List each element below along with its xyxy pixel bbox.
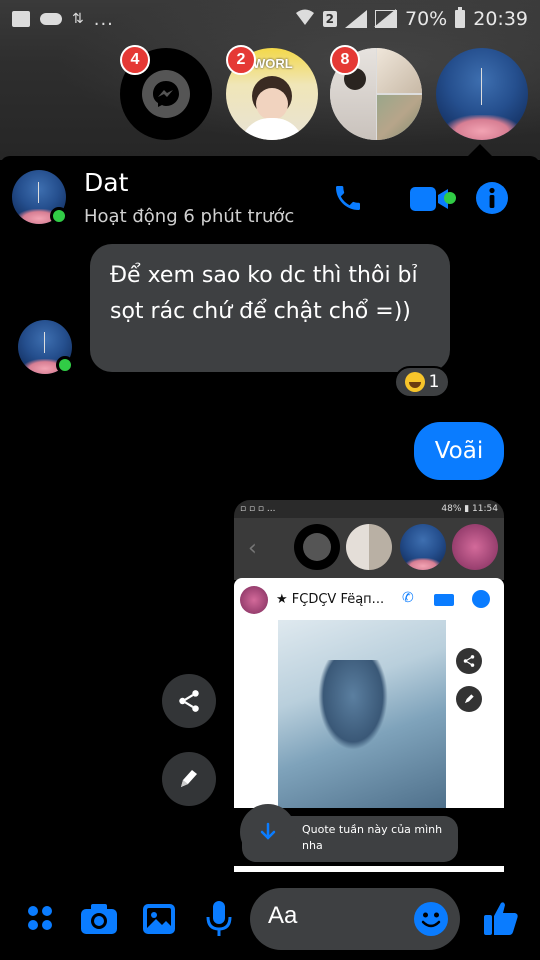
badge-contact: 2 (226, 45, 256, 75)
share-icon (179, 690, 199, 712)
laughing-emoji-icon (404, 372, 425, 392)
camera-button[interactable] (78, 900, 120, 938)
mini-share-button (456, 648, 482, 674)
chat-window: Dat Hoạt động 6 phút trước Để xem sao ko… (0, 156, 540, 960)
wifi-icon (295, 8, 315, 31)
data-transfer-icon: ⇅ (72, 11, 84, 27)
voice-message-button[interactable] (202, 898, 236, 940)
contact-name[interactable]: Dat (84, 168, 128, 197)
gallery-notification-icon (12, 11, 30, 27)
signal-icon (345, 10, 367, 28)
message-input-placeholder: Aa (268, 902, 298, 929)
mini-group-avatar-header (240, 586, 268, 614)
thumbs-up-icon (484, 902, 518, 935)
avatar-face (256, 88, 288, 120)
mini-dat-avatar (400, 524, 446, 570)
more-actions-button[interactable] (22, 900, 58, 936)
video-call-button[interactable] (400, 182, 458, 216)
message-composer: Aa (0, 886, 540, 960)
shared-image-chat-heads: ‹ (234, 518, 504, 580)
clock: 20:39 (473, 8, 528, 30)
mini-edit-button (456, 686, 482, 712)
phone-icon (336, 186, 360, 210)
info-button[interactable] (474, 180, 510, 216)
shared-image-status-bar: ▫ ▫ ▫ ... 48% ▮ 11:54 (234, 500, 504, 518)
outgoing-message[interactable]: Voãi (414, 422, 504, 480)
pencil-icon (181, 770, 197, 787)
presence-status: Hoạt động 6 phút trước (84, 206, 295, 227)
avatar-shirt (240, 118, 304, 140)
battery-icon (455, 7, 466, 28)
gallery-button[interactable] (140, 900, 178, 938)
share-button[interactable] (162, 674, 216, 728)
mini-group-avatar-2 (452, 524, 498, 570)
chat-header: Dat Hoạt động 6 phút trước (0, 156, 540, 238)
online-indicator (50, 207, 68, 225)
smiley-icon (421, 912, 441, 928)
group-photo-cat (377, 48, 422, 93)
scroll-to-bottom-button[interactable] (240, 804, 296, 860)
image-icon (143, 904, 175, 934)
shared-image-title: ★ FÇDÇV Fëąп... (276, 592, 385, 607)
sim-icon: 2 (322, 11, 337, 27)
battery-percent: 70% (405, 8, 448, 30)
info-icon (476, 182, 508, 214)
mini-group-avatar (346, 524, 392, 570)
emoji-button[interactable] (414, 902, 448, 936)
avatar-mast (44, 331, 46, 354)
mini-video-icon (434, 594, 454, 606)
more-notifications: ... (93, 8, 114, 30)
arrow-down-icon (260, 822, 276, 840)
mini-messenger-icon (294, 524, 340, 570)
badge-group: 8 (330, 45, 360, 75)
chat-head-dat[interactable] (436, 48, 528, 140)
cloud-icon (40, 13, 62, 25)
back-chevron-icon: ‹ (248, 536, 257, 561)
book-cover-image (278, 620, 446, 810)
video-active-dot (444, 192, 456, 204)
signal-2-icon (374, 9, 397, 28)
group-photo-money (377, 95, 422, 140)
message-input[interactable]: Aa (250, 888, 460, 950)
voice-call-button[interactable] (330, 180, 366, 216)
mini-phone-icon: ✆ (402, 590, 414, 606)
shared-status-right: 48% ▮ 11:54 (441, 504, 498, 514)
status-bar: ⇅ ... 2 70% 20:39 (0, 0, 540, 38)
microphone-icon (206, 901, 232, 936)
messenger-icon (142, 70, 190, 118)
edit-button[interactable] (162, 752, 216, 806)
sender-online-indicator (56, 356, 74, 374)
video-camera-icon (410, 187, 448, 211)
badge-messenger: 4 (120, 45, 150, 75)
mini-info-icon (472, 590, 490, 608)
reaction-count: 1 (428, 372, 440, 392)
four-dots-icon (28, 906, 52, 930)
avatar-mast (38, 181, 40, 204)
camera-icon (81, 904, 117, 934)
like-button[interactable] (480, 896, 522, 940)
message-reaction[interactable]: 1 (394, 366, 450, 398)
incoming-message[interactable]: Để xem sao ko dc thì thôi bỉ sọt rác chứ… (90, 244, 450, 372)
avatar-mast (481, 68, 483, 106)
shared-status-left: ▫ ▫ ▫ ... (240, 504, 276, 514)
